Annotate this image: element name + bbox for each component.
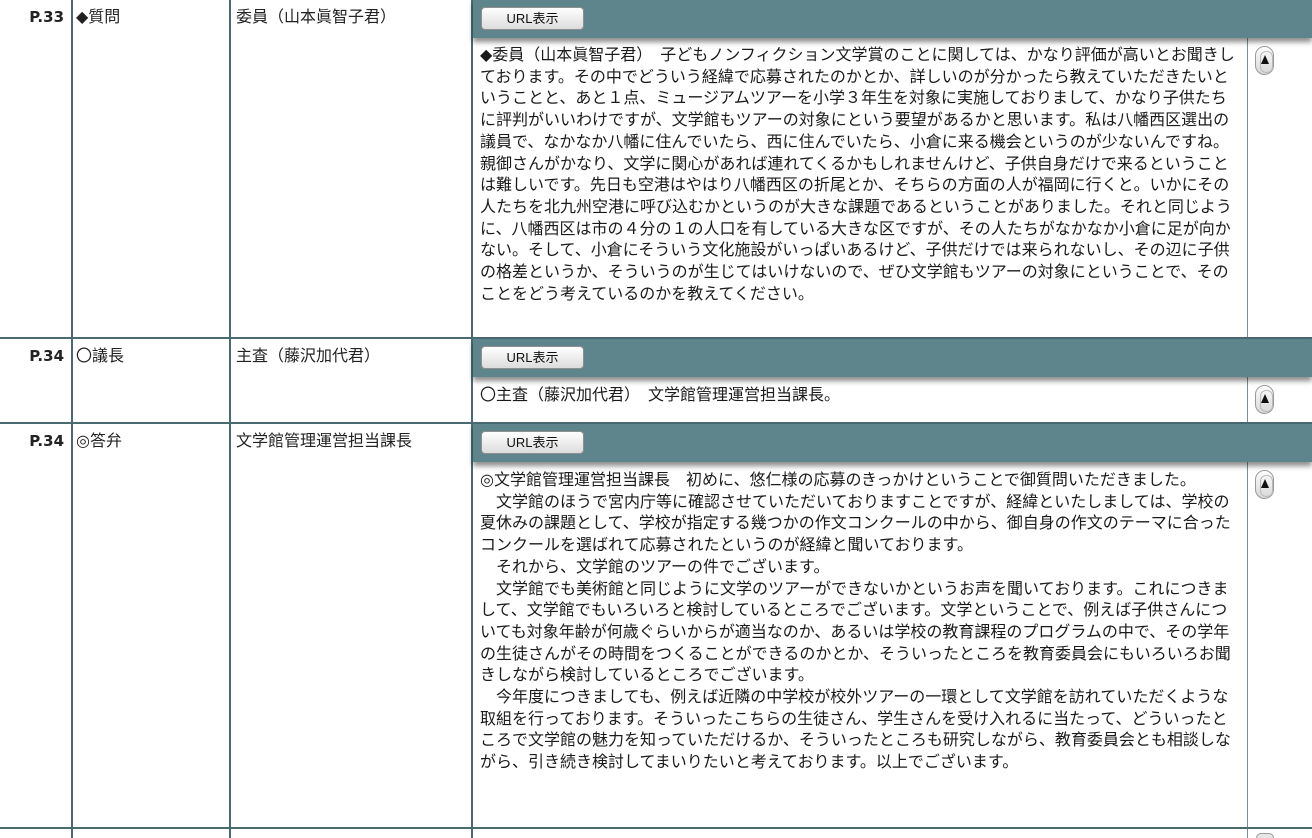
minutes-table: P.33 ◆質問 委員（山本眞智子君） URL表示 ◆委員（山本眞智子君） 子ど…: [0, 0, 1312, 838]
table-row: P.33 ◆質問 委員（山本眞智子君） URL表示 ◆委員（山本眞智子君） 子ど…: [0, 0, 1312, 337]
speaker-name: 主査（藤沢加代君）: [236, 346, 381, 365]
scroll-to-top-icon[interactable]: [1255, 470, 1274, 499]
scroll-to-top-icon[interactable]: [1256, 833, 1274, 838]
page-number: P.34: [29, 432, 64, 450]
speaker-name: 委員（山本眞智子君）: [236, 7, 397, 26]
page-number: P.34: [29, 347, 64, 365]
speech-text: ◎文学館管理運営担当課長 初めに、悠仁様の応募のきっかけということで御質問いただ…: [480, 470, 1231, 772]
url-display-button[interactable]: URL表示: [481, 346, 584, 369]
url-bar: URL表示: [473, 0, 1312, 38]
table-row: P.34 〇議長 主査（藤沢加代君） URL表示 〇主査（藤沢加代君） 文学館管…: [0, 339, 1312, 422]
url-bar: URL表示: [473, 424, 1312, 462]
scroll-to-top-icon[interactable]: [1255, 46, 1274, 75]
url-bar: URL表示: [473, 339, 1312, 377]
table-row: P.34 ◎答弁 文学館管理運営担当課長 URL表示 ◎文学館管理運営担当課長 …: [0, 424, 1312, 827]
scroll-to-top-icon[interactable]: [1255, 385, 1274, 414]
speech-type: ◆質問: [76, 7, 121, 26]
speech-type: ◎答弁: [76, 431, 122, 450]
url-display-button[interactable]: URL表示: [481, 431, 584, 454]
row-divider: [0, 827, 1312, 829]
speech-text: ◆委員（山本眞智子君） 子どもノンフィクション文学賞のことに関しては、かなり評価…: [480, 45, 1235, 303]
page-number: P.33: [29, 8, 64, 26]
speech-type: 〇議長: [76, 346, 125, 365]
speech-text: 〇主査（藤沢加代君） 文学館管理運営担当課長。: [480, 385, 841, 404]
speaker-name: 文学館管理運営担当課長: [236, 431, 413, 450]
url-display-button[interactable]: URL表示: [481, 7, 584, 30]
